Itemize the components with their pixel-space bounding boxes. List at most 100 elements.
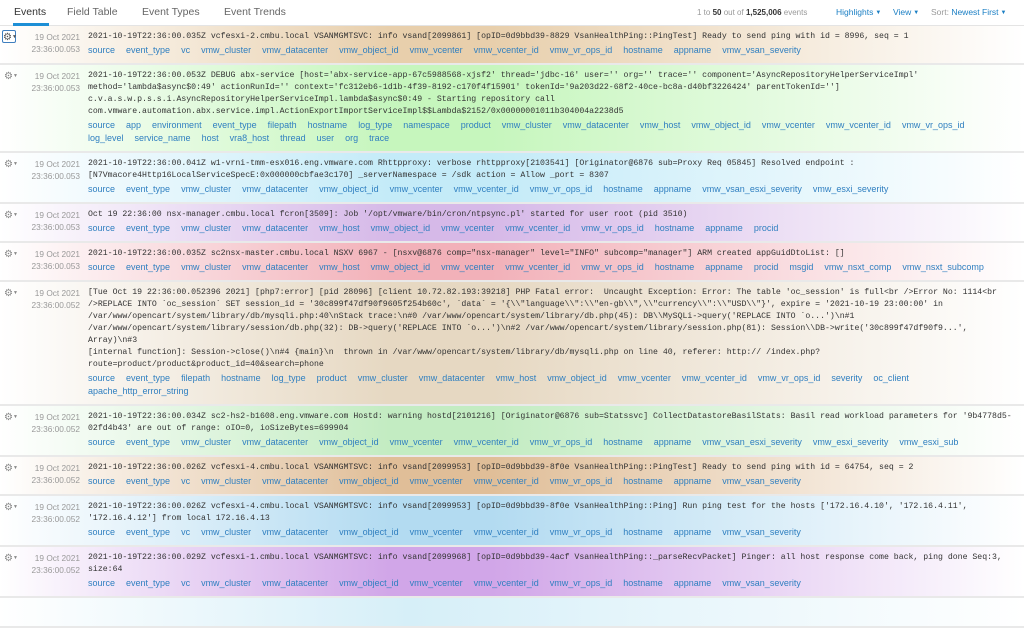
field-link[interactable]: vmw_esxi_sub: [899, 436, 958, 449]
field-link[interactable]: procid: [754, 222, 779, 235]
field-link[interactable]: vmw_vcenter_id: [454, 436, 519, 449]
field-link[interactable]: apache_http_error_string: [88, 385, 189, 398]
field-link[interactable]: vmw_host: [319, 222, 360, 235]
field-link[interactable]: vmw_vcenter_id: [505, 261, 570, 274]
field-link[interactable]: vc: [181, 577, 190, 590]
event-message[interactable]: 2021-10-19T22:36:00.029Z vcfesxi-1.cmbu.…: [88, 552, 1016, 576]
field-link[interactable]: log_type: [272, 372, 306, 385]
tab-field-table[interactable]: Field Table: [67, 6, 118, 18]
field-link[interactable]: hostname: [655, 222, 695, 235]
field-link[interactable]: vmw_vcenter: [410, 526, 463, 539]
field-link[interactable]: vmw_object_id: [339, 44, 399, 57]
field-link[interactable]: vmw_vsan_severity: [722, 577, 801, 590]
field-link[interactable]: vmw_vcenter: [441, 261, 494, 274]
field-link[interactable]: app: [126, 119, 141, 132]
field-link[interactable]: user: [317, 132, 335, 145]
field-link[interactable]: trace: [369, 132, 389, 145]
field-link[interactable]: hostname: [603, 436, 643, 449]
field-link[interactable]: vmw_object_id: [371, 222, 431, 235]
event-message[interactable]: Oct 19 22:36:00 nsx-manager.cmbu.local f…: [88, 209, 1016, 221]
field-link[interactable]: vmw_esxi_severity: [813, 436, 889, 449]
field-link[interactable]: event_type: [126, 526, 170, 539]
field-link[interactable]: source: [88, 119, 115, 132]
field-link[interactable]: event_type: [126, 475, 170, 488]
field-link[interactable]: vmw_object_id: [547, 372, 607, 385]
field-link[interactable]: hostname: [655, 261, 695, 274]
field-link[interactable]: vmw_vcenter_id: [474, 44, 539, 57]
field-link[interactable]: thread: [280, 132, 306, 145]
field-link[interactable]: vmw_vsan_esxi_severity: [702, 436, 802, 449]
field-link[interactable]: log_type: [358, 119, 392, 132]
field-link[interactable]: vmw_object_id: [371, 261, 431, 274]
field-link[interactable]: org: [345, 132, 358, 145]
field-link[interactable]: vmw_object_id: [339, 577, 399, 590]
field-link[interactable]: vmw_nsxt_comp: [824, 261, 891, 274]
field-link[interactable]: vmw_host: [640, 119, 681, 132]
field-link[interactable]: vmw_vr_ops_id: [550, 475, 613, 488]
field-link[interactable]: appname: [705, 222, 743, 235]
event-message[interactable]: 2021-10-19T22:36:00.034Z sc2-hs2-b1608.e…: [88, 411, 1016, 435]
field-link[interactable]: vmw_vr_ops_id: [550, 44, 613, 57]
field-link[interactable]: vmw_vr_ops_id: [581, 261, 644, 274]
field-link[interactable]: vmw_datacenter: [242, 261, 308, 274]
field-link[interactable]: vmw_cluster: [502, 119, 552, 132]
event-message[interactable]: 2021-10-19T22:36:00.035Z sc2nsx-master.c…: [88, 248, 1016, 260]
field-link[interactable]: log_level: [88, 132, 124, 145]
field-link[interactable]: vmw_vr_ops_id: [530, 436, 593, 449]
field-link[interactable]: vmw_vsan_severity: [722, 475, 801, 488]
field-link[interactable]: vmw_vcenter_id: [454, 183, 519, 196]
field-link[interactable]: vmw_vcenter: [762, 119, 815, 132]
field-link[interactable]: vmw_vcenter_id: [505, 222, 570, 235]
field-link[interactable]: vmw_datacenter: [262, 526, 328, 539]
field-link[interactable]: vmw_datacenter: [242, 436, 308, 449]
field-link[interactable]: namespace: [403, 119, 450, 132]
field-link[interactable]: vmw_vcenter: [441, 222, 494, 235]
field-link[interactable]: appname: [654, 436, 692, 449]
field-link[interactable]: vmw_cluster: [181, 222, 231, 235]
field-link[interactable]: vmw_datacenter: [419, 372, 485, 385]
event-message[interactable]: 2021-10-19T22:36:00.035Z vcfesxi-2.cmbu.…: [88, 31, 1016, 43]
field-link[interactable]: event_type: [126, 372, 170, 385]
field-link[interactable]: event_type: [126, 577, 170, 590]
field-link[interactable]: vmw_vr_ops_id: [902, 119, 965, 132]
field-link[interactable]: event_type: [126, 183, 170, 196]
field-link[interactable]: vmw_cluster: [201, 526, 251, 539]
field-link[interactable]: vc: [181, 475, 190, 488]
tab-event-types[interactable]: Event Types: [142, 6, 200, 18]
field-link[interactable]: appname: [674, 577, 712, 590]
field-link[interactable]: hostname: [623, 577, 663, 590]
field-link[interactable]: vmw_vcenter: [410, 475, 463, 488]
event-message[interactable]: 2021-10-19T22:36:00.026Z vcfesxi-4.cmbu.…: [88, 462, 1016, 474]
field-link[interactable]: vmw_datacenter: [262, 577, 328, 590]
field-link[interactable]: event_type: [213, 119, 257, 132]
field-link[interactable]: vmw_cluster: [181, 261, 231, 274]
event-message[interactable]: 2021-10-19T22:36:00.041Z w1-vrni-tmm-esx…: [88, 158, 1016, 182]
field-link[interactable]: vmw_datacenter: [262, 44, 328, 57]
field-link[interactable]: msgid: [789, 261, 813, 274]
field-link[interactable]: hostname: [221, 372, 261, 385]
tab-event-trends[interactable]: Event Trends: [224, 6, 286, 18]
field-link[interactable]: appname: [674, 526, 712, 539]
field-link[interactable]: source: [88, 526, 115, 539]
field-link[interactable]: filepath: [181, 372, 210, 385]
field-link[interactable]: vmw_vcenter: [410, 577, 463, 590]
field-link[interactable]: source: [88, 183, 115, 196]
field-link[interactable]: vmw_datacenter: [563, 119, 629, 132]
field-link[interactable]: vmw_object_id: [691, 119, 751, 132]
highlights-menu[interactable]: Highlights ▼: [836, 7, 881, 17]
field-link[interactable]: vmw_vsan_esxi_severity: [702, 183, 802, 196]
field-link[interactable]: vmw_object_id: [319, 436, 379, 449]
field-link[interactable]: vmw_vr_ops_id: [550, 526, 613, 539]
field-link[interactable]: event_type: [126, 261, 170, 274]
field-link[interactable]: vra8_host: [230, 132, 270, 145]
field-link[interactable]: vmw_cluster: [201, 577, 251, 590]
field-link[interactable]: vmw_vcenter_id: [474, 577, 539, 590]
field-link[interactable]: vmw_vcenter_id: [474, 475, 539, 488]
field-link[interactable]: vmw_nsxt_subcomp: [902, 261, 984, 274]
field-link[interactable]: severity: [831, 372, 862, 385]
field-link[interactable]: service_name: [135, 132, 191, 145]
field-link[interactable]: vmw_cluster: [201, 44, 251, 57]
field-link[interactable]: product: [317, 372, 347, 385]
view-menu[interactable]: View ▼: [893, 7, 919, 17]
field-link[interactable]: source: [88, 44, 115, 57]
